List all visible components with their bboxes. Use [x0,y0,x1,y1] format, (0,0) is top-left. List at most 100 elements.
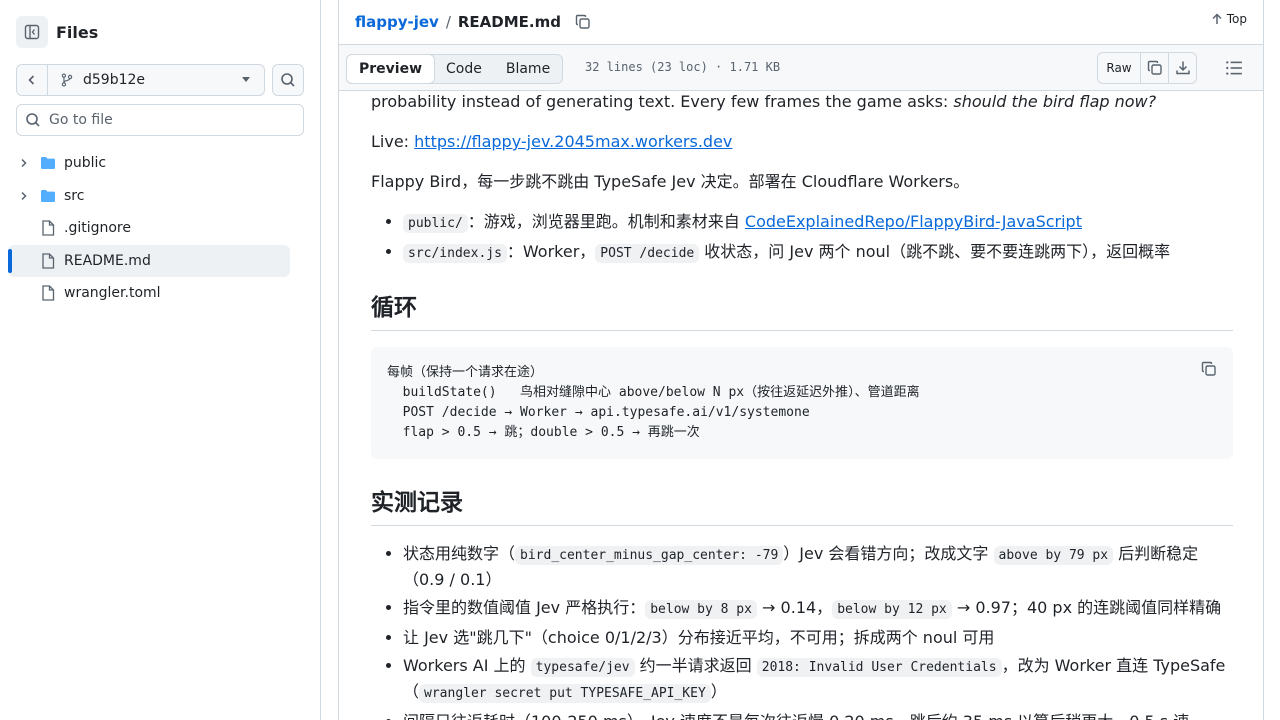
branch-row: d59b12e [16,64,265,96]
chevron-right-icon[interactable] [16,191,32,201]
folder-icon [40,188,56,204]
heading-loop: 循环 [371,288,1233,331]
git-branch-icon [61,73,73,87]
list-text: 指令里的数值阈值 Jev 严格执行： [403,598,646,617]
inline-code: below by 12 px [832,600,952,619]
collapse-sidebar-button[interactable] [16,16,48,48]
inline-code: typesafe/jev [530,658,635,677]
readme-content: probability instead of generating text. … [371,90,1233,720]
breadcrumb-repo-link[interactable]: flappy-jev [355,13,439,31]
list-text: 约一半请求返回 [634,656,757,675]
inline-code: 2018: Invalid User Credentials [756,658,1002,677]
inline-code: public/ [403,214,468,233]
tree-item-label: wrangler.toml [64,285,161,301]
tree-item-label: .gitignore [64,220,131,236]
live-label: Live: [371,132,415,151]
list-item: 指令里的数值阈值 Jev 严格执行：below by 8 px → 0.14，b… [403,596,1233,622]
branch-name: d59b12e [83,72,146,88]
copy-raw-button[interactable] [1140,53,1168,83]
tree-item-label: src [64,187,85,204]
breadcrumb-separator: / [445,13,451,31]
code-content: 每帧（保持一个请求在途） buildState() 鸟相对缝隙中心 above/… [387,365,920,440]
list-text: ）Jev 会看错方向；改成文字 [783,544,994,563]
top-button[interactable]: Top [1211,12,1247,26]
tab-code[interactable]: Code [434,55,494,83]
download-button[interactable] [1168,53,1196,83]
caret-down-icon [242,77,250,82]
live-link[interactable]: https://flappy-jev.2045max.workers.dev [414,132,732,151]
inline-code: below by 8 px [645,600,757,619]
record-list: 状态用纯数字（bird_center_minus_gap_center: -79… [371,542,1233,720]
raw-actions: Raw [1097,52,1197,84]
list-item: public/：游戏，浏览器里跑。机制和素材来自 CodeExplainedRe… [403,210,1233,236]
chevron-left-icon [28,75,35,85]
outline-button[interactable] [1225,59,1243,81]
inline-code: wrangler secret put TYPESAFE_API_KEY [419,684,711,703]
tree-item-gitignore[interactable]: .gitignore [8,212,290,244]
file-toolbar: Preview Code Blame 32 lines (23 loc) · 1… [339,44,1263,91]
structure-list: public/：游戏，浏览器里跑。机制和素材来自 CodeExplainedRe… [371,210,1233,266]
list-item: 让 Jev 选"跳几下"（choice 0/1/2/3）分布接近平均，不可用；拆… [403,626,1233,650]
list-text: Workers AI 上的 [403,656,531,675]
sidebar-header: Files [16,16,98,48]
file-tree-sidebar: Files d59b12e public src .gitigno [0,0,321,720]
folder-icon [40,155,56,171]
inline-code: bird_center_minus_gap_center: -79 [515,546,784,565]
live-paragraph: Live: https://flappy-jev.2045max.workers… [371,130,1233,154]
top-label: Top [1226,12,1247,26]
copy-icon [1201,361,1216,376]
copy-icon [1147,60,1162,75]
tab-preview[interactable]: Preview [346,54,436,84]
file-view: flappy-jev / README.md Top Preview Code … [338,0,1264,720]
list-text: ：游戏，浏览器里跑。机制和素材来自 [467,212,745,231]
tab-blame[interactable]: Blame [494,55,562,83]
file-icon [40,285,56,301]
search-icon [26,113,40,127]
search-button[interactable] [272,64,304,96]
file-meta: 32 lines (23 loc) · 1.71 KB [585,60,781,74]
inline-code: src/index.js [403,244,507,263]
search-icon [281,73,295,87]
breadcrumb: flappy-jev / README.md [355,12,591,32]
go-to-file-input[interactable] [49,112,289,128]
source-link[interactable]: CodeExplainedRepo/FlappyBird-JavaScript [745,212,1082,231]
inline-code: above by 79 px [993,546,1114,565]
intro-text: probability instead of generating text. … [371,92,954,111]
tree-item-label: public [64,155,107,171]
inline-code: POST /decide [595,244,700,263]
file-icon [40,220,56,236]
download-icon [1175,61,1190,75]
sidebar-collapse-icon [24,24,40,40]
code-block: 每帧（保持一个请求在途） buildState() 鸟相对缝隙中心 above/… [371,347,1233,459]
branch-selector[interactable]: d59b12e [48,64,265,96]
list-item: 状态用纯数字（bird_center_minus_gap_center: -79… [403,542,1233,592]
list-item: 间隔只往返耗时（100-250 ms），Jev 速度不是每次往返慢 0.20 m… [403,710,1233,720]
intro-emphasis: should the bird flap now? [953,92,1157,111]
file-icon [40,252,56,269]
back-button[interactable] [16,64,48,96]
list-text: → 0.97；40 px 的连跳阈值同样精确 [951,598,1222,617]
view-mode-tabs: Preview Code Blame [346,54,564,84]
file-tree: public src .gitignore README.md wrangler… [8,147,290,310]
breadcrumb-file: README.md [457,13,561,31]
list-item: Workers AI 上的 typesafe/jev 约一半请求返回 2018:… [403,654,1233,706]
chevron-right-icon[interactable] [16,158,32,168]
list-text: → 0.14， [756,598,833,617]
raw-button[interactable]: Raw [1098,53,1140,83]
tree-item-public[interactable]: public [8,147,290,179]
list-text: ：Worker， [506,242,596,261]
list-unordered-icon [1226,61,1242,75]
heading-record: 实测记录 [371,483,1233,526]
intro-paragraph: probability instead of generating text. … [371,90,1233,114]
tree-item-readme[interactable]: README.md [8,244,290,277]
copy-code-button[interactable] [1201,361,1217,384]
tree-item-wrangler[interactable]: wrangler.toml [8,277,290,309]
list-text: 状态用纯数字（ [403,544,516,563]
arrow-up-icon [1212,13,1222,24]
list-item: src/index.js：Worker，POST /decide 收状态，问 J… [403,240,1233,266]
tree-item-src[interactable]: src [8,180,290,212]
copy-path-button[interactable] [575,14,591,30]
cn-intro: Flappy Bird，每一步跳不跳由 TypeSafe Jev 决定。部署在 … [371,172,970,191]
list-text: 收状态，问 Jev 两个 noul（跳不跳、要不要连跳两下），返回概率 [699,242,1171,261]
go-to-file-field[interactable] [16,104,304,136]
